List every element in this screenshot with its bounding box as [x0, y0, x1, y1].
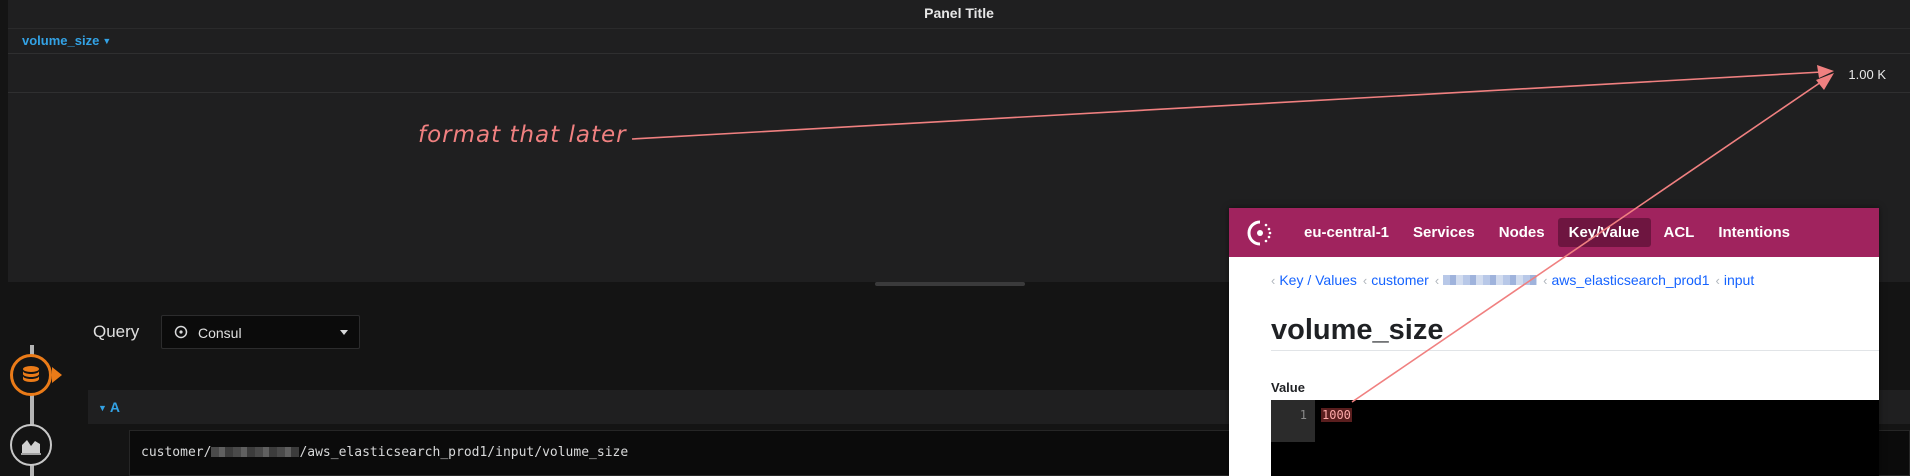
chevron-left-icon: ‹	[1543, 272, 1548, 288]
redacted-segment	[211, 447, 300, 457]
nav-key-value[interactable]: Key/Value	[1557, 218, 1651, 247]
chevron-left-icon: ‹	[1434, 272, 1440, 288]
visualization-tab-button[interactable]	[10, 424, 52, 466]
query-prefix: customer/	[141, 445, 212, 460]
caret-down-icon	[340, 330, 348, 335]
breadcrumb-customer[interactable]: customer	[1371, 272, 1429, 288]
query-ref-toggle[interactable]: ▼ A	[98, 399, 120, 415]
legend-value: 1.00 K	[1848, 67, 1886, 82]
value-content[interactable]: 1000	[1321, 408, 1352, 422]
consul-navbar: eu-central-1 Services Nodes Key/Value AC…	[1229, 208, 1879, 257]
nav-intentions[interactable]: Intentions	[1707, 218, 1801, 247]
breadcrumb-redacted[interactable]	[1443, 275, 1538, 285]
breadcrumb-root[interactable]: Key / Values	[1279, 272, 1357, 288]
nav-services[interactable]: Services	[1402, 218, 1486, 247]
caret-down-icon: ▼	[98, 403, 107, 413]
breadcrumb-folder[interactable]: input	[1724, 272, 1754, 288]
datasource-name: Consul	[198, 325, 242, 341]
value-label: Value	[1271, 380, 1305, 395]
query-label: Query	[93, 322, 140, 341]
query-suffix: /aws_elasticsearch_prod1/input/volume_si…	[299, 445, 629, 460]
title-divider	[1271, 350, 1879, 351]
consul-logo-icon[interactable]	[1245, 218, 1275, 248]
consul-ui-overlay: eu-central-1 Services Nodes Key/Value AC…	[1229, 208, 1879, 476]
chevron-left-icon: ‹	[1715, 272, 1720, 288]
chevron-left-icon: ‹	[1271, 272, 1276, 288]
panel-value-row: 1.00 K	[8, 54, 1910, 93]
nav-nodes[interactable]: Nodes	[1488, 218, 1556, 247]
value-code-editor[interactable]: 1 1000	[1271, 400, 1879, 476]
area-chart-icon	[21, 440, 41, 455]
consul-icon	[174, 325, 188, 339]
panel-resize-handle[interactable]	[875, 282, 1025, 286]
page-title: volume_size	[1271, 314, 1444, 346]
variable-dropdown[interactable]: volume_size ▼	[8, 29, 1910, 54]
active-tab-pointer	[52, 367, 62, 383]
nav-acl[interactable]: ACL	[1653, 218, 1706, 247]
panel-title[interactable]: Panel Title	[8, 0, 1910, 29]
breadcrumb-service[interactable]: aws_elasticsearch_prod1	[1552, 272, 1710, 288]
datacenter-selector[interactable]: eu-central-1	[1293, 218, 1400, 247]
caret-down-icon: ▼	[102, 36, 112, 46]
query-ref-label: A	[109, 399, 121, 415]
annotation-text: format that later	[418, 122, 627, 148]
chevron-left-icon: ‹	[1362, 272, 1368, 288]
datasource-select[interactable]: Consul	[161, 315, 360, 349]
breadcrumb: ‹ Key / Values ‹ customer ‹ ‹ aws_elasti…	[1271, 272, 1754, 288]
database-icon	[23, 366, 39, 382]
queries-tab-button[interactable]	[10, 354, 52, 396]
line-number: 1	[1271, 400, 1315, 442]
variable-label: volume_size	[22, 33, 100, 48]
